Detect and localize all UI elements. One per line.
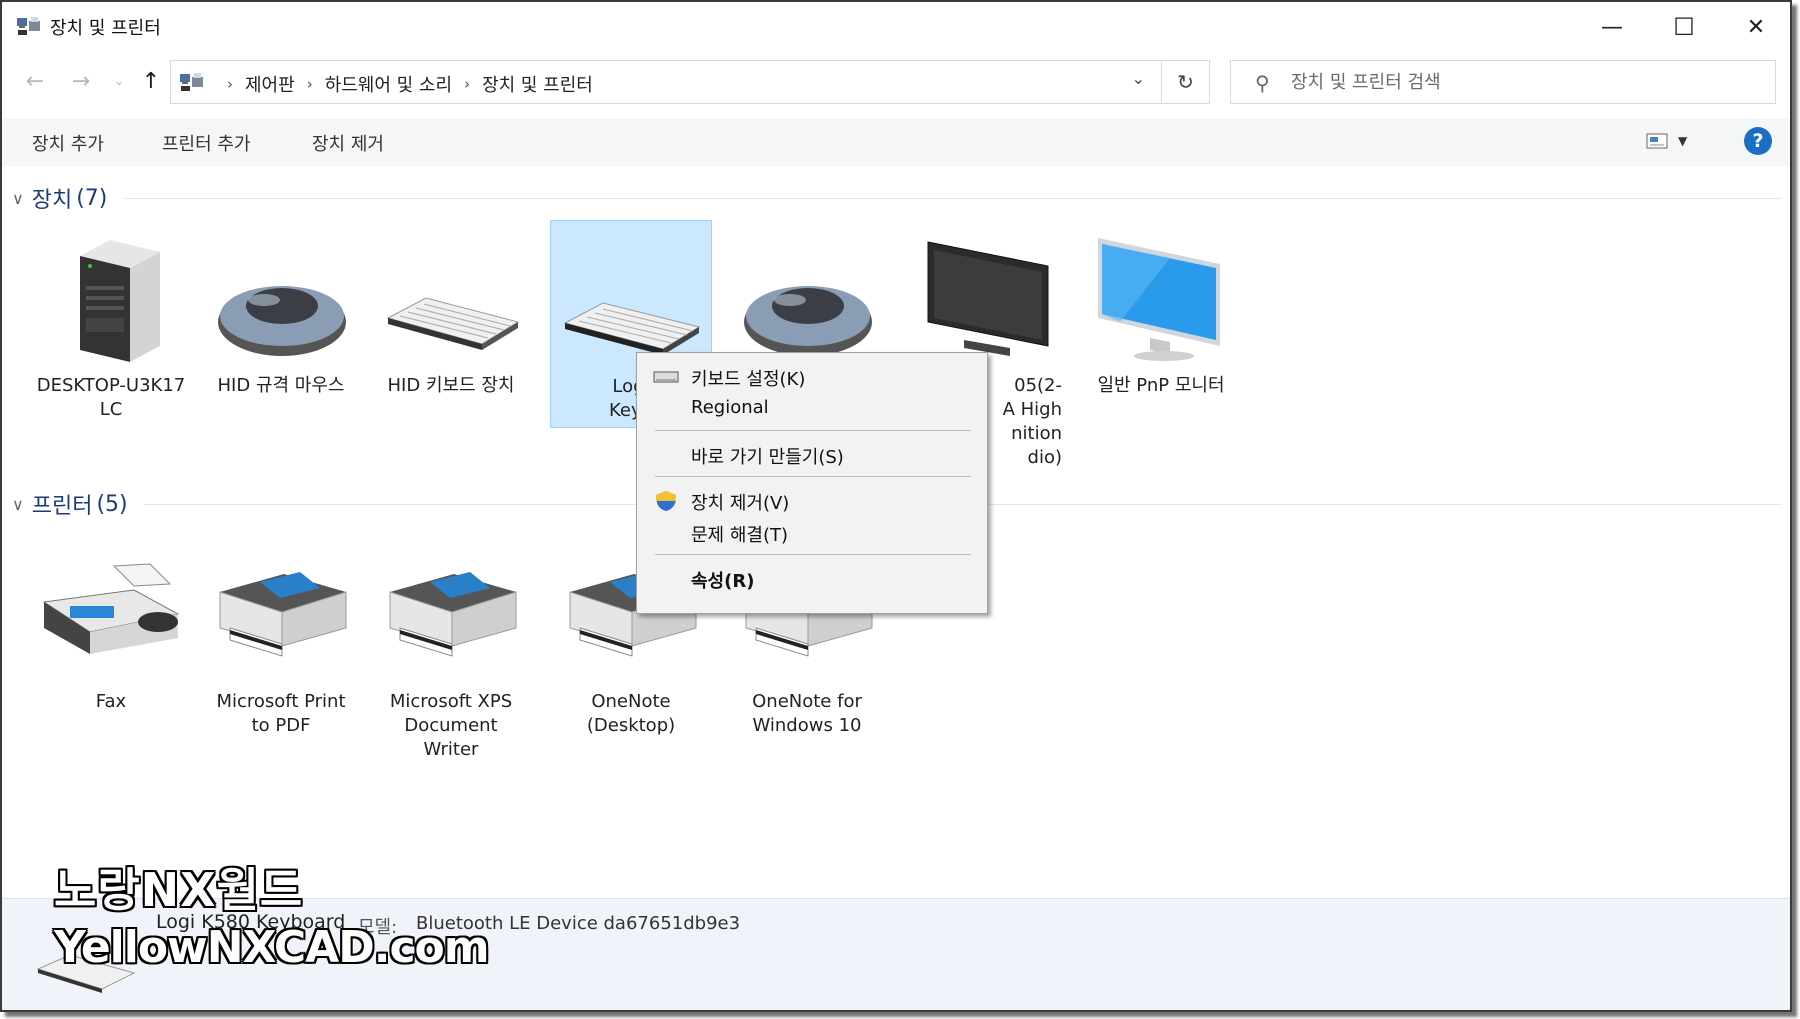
printer-label: Microsoft XPS Document Writer	[389, 691, 513, 760]
keyboard-icon	[386, 297, 520, 350]
device-hid-keyboard[interactable]: HID 키보드 장치	[370, 226, 532, 398]
printer-fax[interactable]: Fax	[30, 542, 192, 714]
address-dropdown-chevron-icon[interactable]: ⌄	[1132, 69, 1145, 88]
section-divider	[123, 197, 1782, 199]
title-bar: 장치 및 프린터 — ☐ ✕	[2, 2, 1790, 52]
computer-tower-icon	[80, 240, 160, 362]
menu-item-keyboard-settings[interactable]: 키보드 설정(K)	[637, 361, 987, 393]
section-count-devices: (7)	[76, 185, 108, 211]
collapse-chevron-icon[interactable]: ∨	[12, 189, 24, 208]
device-label: 일반 PnP 모니터	[1097, 375, 1225, 396]
recent-locations-chevron-icon[interactable]: ⌄	[104, 66, 134, 96]
breadcrumb-chevron-icon[interactable]: ›	[307, 75, 313, 93]
menu-separator	[655, 430, 971, 431]
add-device-button[interactable]: 장치 추가	[26, 128, 110, 158]
printer-label: OneNote (Desktop)	[586, 691, 676, 736]
printer-microsoft-print-to-pdf[interactable]: Microsoft Print to PDF	[200, 542, 362, 738]
menu-separator	[655, 554, 971, 555]
section-count-printers: (5)	[96, 491, 128, 517]
search-icon: ⚲	[1255, 71, 1270, 95]
device-pnp-monitor[interactable]: 일반 PnP 모니터	[1080, 226, 1242, 398]
printer-label: Fax	[95, 691, 127, 712]
breadcrumb-hardware-sound[interactable]: 하드웨어 및 소리	[325, 71, 452, 97]
up-arrow-icon[interactable]: ↑	[136, 66, 166, 96]
view-dropdown-arrow-icon[interactable]: ▼	[1678, 134, 1687, 148]
uac-shield-icon	[656, 491, 676, 511]
back-arrow-icon[interactable]: ←	[20, 66, 50, 96]
device-desktop[interactable]: DESKTOP-U3K17 LC	[30, 226, 192, 422]
devices-printers-location-icon	[180, 73, 203, 91]
devices-section-header[interactable]: ∨ 장치 (7)	[12, 182, 1782, 214]
breadcrumb-chevron-icon[interactable]: ›	[227, 75, 233, 93]
view-options-icon	[1646, 133, 1668, 149]
context-menu: 키보드 설정(K) Regional 바로 가기 만들기(S) 장치 제거(V)…	[636, 352, 988, 614]
breadcrumb: › 제어판 › 하드웨어 및 소리 › 장치 및 프린터	[215, 71, 593, 97]
watermark-line-1: 노랑NX월드	[54, 863, 304, 917]
device-label: HID 키보드 장치	[387, 375, 515, 396]
printer-icon	[219, 572, 347, 657]
printer-label: OneNote for Windows 10	[752, 691, 862, 736]
mouse-icon	[218, 286, 346, 356]
navigation-bar: ← → ⌄ ↑ › 제어판 › 하드웨어 및 소리 › 장치 및 프린터 ⌄ ↻…	[2, 54, 1790, 110]
printer-microsoft-xps-writer[interactable]: Microsoft XPS Document Writer	[370, 542, 532, 762]
change-view-button[interactable]: ▼	[1646, 128, 1706, 154]
section-title-devices: 장치	[31, 188, 73, 213]
maximize-button[interactable]: ☐	[1648, 2, 1720, 52]
help-button[interactable]: ?	[1744, 127, 1772, 155]
fax-icon	[42, 563, 180, 654]
devices-and-printers-window: 장치 및 프린터 — ☐ ✕ ← → ⌄ ↑ › 제어판 › 하드웨어 및 소리…	[0, 0, 1792, 1012]
search-box[interactable]: ⚲	[1230, 60, 1776, 104]
menu-item-remove-device[interactable]: 장치 제거(V)	[637, 485, 987, 517]
menu-item-properties[interactable]: 속성(R)	[637, 563, 987, 595]
keyboard-icon	[563, 302, 701, 355]
window-title: 장치 및 프린터	[50, 18, 161, 39]
remove-device-button[interactable]: 장치 제거	[306, 128, 390, 158]
menu-item-create-shortcut[interactable]: 바로 가기 만들기(S)	[637, 439, 987, 471]
watermark-line-2: YellowNXCAD.com	[54, 922, 490, 973]
menu-item-regional[interactable]: Regional	[637, 393, 987, 425]
keyboard-settings-icon	[653, 371, 679, 383]
monitor-dark-icon	[927, 241, 1049, 356]
breadcrumb-control-panel[interactable]: 제어판	[245, 71, 295, 97]
printer-icon	[389, 572, 517, 657]
forward-arrow-icon[interactable]: →	[66, 66, 96, 96]
close-button[interactable]: ✕	[1720, 2, 1790, 52]
add-printer-button[interactable]: 프린터 추가	[156, 128, 257, 158]
minimize-button[interactable]: —	[1576, 2, 1648, 52]
menu-separator	[655, 476, 971, 477]
refresh-icon[interactable]: ↻	[1161, 61, 1209, 103]
command-bar: 장치 추가 프린터 추가 장치 제거 ▼ ?	[2, 118, 1790, 166]
monitor-icon	[1098, 238, 1220, 361]
collapse-chevron-icon[interactable]: ∨	[12, 495, 24, 514]
devices-printers-app-icon	[17, 17, 40, 35]
device-label: DESKTOP-U3K17 LC	[36, 375, 186, 420]
search-input[interactable]	[1291, 67, 1751, 97]
device-hid-mouse[interactable]: HID 규격 마우스	[200, 226, 362, 398]
breadcrumb-devices-printers[interactable]: 장치 및 프린터	[482, 71, 593, 97]
printer-label: Microsoft Print to PDF	[216, 691, 346, 736]
section-title-printers: 프린터	[31, 494, 93, 519]
address-bar[interactable]: › 제어판 › 하드웨어 및 소리 › 장치 및 프린터 ⌄ ↻	[170, 60, 1210, 104]
mouse-icon	[744, 286, 872, 356]
device-label: HID 규격 마우스	[217, 375, 345, 396]
breadcrumb-chevron-icon[interactable]: ›	[464, 75, 470, 93]
menu-item-troubleshoot[interactable]: 문제 해결(T)	[637, 517, 987, 549]
